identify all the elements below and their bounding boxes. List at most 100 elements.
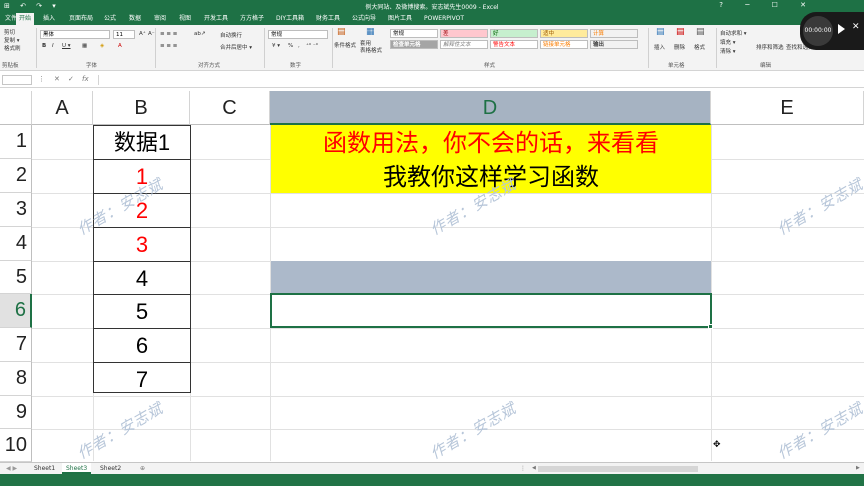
style-warning[interactable]: 警告文本 (490, 40, 538, 49)
col-header-e[interactable]: E (711, 91, 864, 125)
sheet-tab-sheet1[interactable]: Sheet1 (30, 463, 59, 474)
format-cells-button[interactable]: 格式 (694, 43, 705, 51)
row-header-6[interactable]: 6 (0, 294, 32, 328)
delete-cells-button[interactable]: 删除 (674, 43, 685, 51)
tab-insert[interactable]: 插入 (40, 13, 58, 25)
format-cells-icon[interactable]: ▤ (696, 27, 705, 37)
row-header-10[interactable]: 10 (0, 429, 32, 462)
format-painter-button[interactable]: 格式刷 (4, 44, 21, 52)
window-controls[interactable]: ? ─ ☐ ✕ (719, 1, 816, 9)
style-explanatory[interactable]: 解释性文本 (440, 40, 488, 49)
wrap-text-button[interactable]: 自动换行 (220, 31, 242, 39)
cancel-icon[interactable]: ✕ (54, 75, 60, 83)
table-format-button[interactable]: 套用 表格格式 (360, 41, 382, 55)
bold-button[interactable]: B (42, 43, 46, 49)
fill-color-icon[interactable]: ◈ (100, 43, 104, 49)
tab-developer[interactable]: 开发工具 (201, 13, 231, 25)
autosum-button[interactable]: 自动求和 ▾ (720, 29, 747, 37)
table-format-icon[interactable]: ▦ (366, 27, 375, 37)
row-header-4[interactable]: 4 (0, 227, 32, 261)
font-size-select[interactable]: 11 (113, 30, 135, 39)
style-check-cell[interactable]: 检查单元格 (390, 40, 438, 49)
prev-sheet-icon[interactable]: ◀ ▶ (2, 463, 21, 474)
horizontal-scrollbar[interactable] (538, 466, 698, 472)
scroll-right-icon[interactable]: ▶ (852, 463, 864, 474)
tab-view[interactable]: 视图 (176, 13, 194, 25)
underline-button[interactable]: U ▾ (62, 43, 71, 49)
scroll-left-icon[interactable]: ◀ (528, 463, 540, 474)
grow-font-button[interactable]: A⁺ (139, 31, 146, 37)
tab-finance[interactable]: 财务工具 (313, 13, 343, 25)
namebox-dropdown-icon[interactable]: ⋮ (38, 75, 45, 83)
conditional-format-button[interactable]: 条件格式 (334, 41, 356, 49)
cell-b8[interactable]: 7 (93, 363, 191, 396)
sheet-tab-sheet2[interactable]: Sheet2 (96, 463, 125, 474)
font-color-icon[interactable]: A (118, 43, 122, 49)
tab-powerpivot[interactable]: POWERPIVOT (421, 13, 467, 25)
merge-center-button[interactable]: 合并后居中 ▾ (220, 43, 252, 51)
cell-b7[interactable]: 6 (93, 329, 191, 362)
col-header-a[interactable]: A (32, 91, 93, 125)
row-header-9[interactable]: 9 (0, 396, 32, 429)
orientation-icon[interactable]: ab↗ (194, 31, 205, 37)
style-output[interactable]: 输出 (590, 40, 638, 49)
cell-b4[interactable]: 3 (93, 228, 191, 261)
tab-formulas[interactable]: 公式 (101, 13, 119, 25)
align-left-icon[interactable]: ≡ ≡ ≡ (160, 43, 177, 49)
insert-cells-icon[interactable]: ▤ (656, 27, 665, 37)
formula-input[interactable] (98, 75, 858, 85)
sort-filter-button[interactable]: 排序和筛选 (756, 43, 784, 51)
row-header-2[interactable]: 2 (0, 159, 32, 193)
tab-page-layout[interactable]: 页面布局 (66, 13, 96, 25)
row-header-1[interactable]: 1 (0, 125, 32, 159)
currency-icon[interactable]: ¥ ▾ (272, 43, 280, 49)
style-bad[interactable]: 差 (440, 29, 488, 38)
clear-button[interactable]: 清除 ▾ (720, 47, 736, 55)
select-all-corner[interactable] (0, 91, 32, 125)
tab-picture-tools[interactable]: 图片工具 (385, 13, 415, 25)
delete-cells-icon[interactable]: ▤ (676, 27, 685, 37)
cut-button[interactable]: 剪切 (4, 28, 15, 36)
play-icon[interactable] (838, 24, 845, 34)
style-linked-cell[interactable]: 链接单元格 (540, 40, 588, 49)
row-header-8[interactable]: 8 (0, 362, 32, 396)
tab-review[interactable]: 审阅 (151, 13, 169, 25)
fill-button[interactable]: 填充 ▾ (720, 38, 736, 46)
fill-handle[interactable] (708, 324, 713, 329)
comma-button[interactable]: , (298, 43, 300, 49)
col-header-c[interactable]: C (190, 91, 270, 125)
tab-formula-wizard[interactable]: 公式向导 (349, 13, 379, 25)
selected-cell-d6[interactable] (270, 293, 712, 328)
close-icon[interactable]: ✕ (852, 22, 860, 32)
italic-button[interactable]: I (52, 43, 54, 49)
sheet-tab-sheet3[interactable]: Sheet3 (62, 463, 92, 474)
fx-icon[interactable]: fx (82, 75, 89, 83)
tab-home[interactable]: 开始 (16, 13, 35, 25)
insert-cells-button[interactable]: 插入 (654, 43, 665, 51)
cell-b1[interactable]: 数据1 (93, 126, 191, 159)
style-calculation[interactable]: 计算 (590, 29, 638, 38)
cell-b5[interactable]: 4 (93, 262, 191, 295)
decimal-icon[interactable]: ⁺⁰ ⁻⁰ (306, 43, 318, 49)
align-top-icon[interactable]: ≡ ≡ ≡ (160, 31, 177, 37)
name-box[interactable] (2, 75, 32, 85)
border-icon[interactable]: ▦ (82, 43, 87, 49)
row-header-5[interactable]: 5 (0, 261, 32, 294)
enter-icon[interactable]: ✓ (68, 75, 74, 83)
shrink-font-button[interactable]: A⁻ (148, 31, 155, 37)
number-format-select[interactable]: 常规 (268, 30, 328, 39)
tab-diy[interactable]: DIY工具箱 (273, 13, 307, 25)
row-header-7[interactable]: 7 (0, 328, 32, 362)
cell-b6[interactable]: 5 (93, 295, 191, 328)
col-header-b[interactable]: B (93, 91, 190, 125)
col-header-d[interactable]: D (270, 91, 711, 125)
tab-fangfang[interactable]: 方方格子 (237, 13, 267, 25)
add-sheet-icon[interactable]: ⊕ (136, 463, 149, 474)
style-neutral[interactable]: 适中 (540, 29, 588, 38)
row-header-3[interactable]: 3 (0, 193, 32, 227)
tab-data[interactable]: 数据 (126, 13, 144, 25)
style-good[interactable]: 好 (490, 29, 538, 38)
percent-button[interactable]: % (288, 43, 293, 49)
font-name-select[interactable]: 黑体 (40, 30, 110, 39)
style-normal[interactable]: 常规 (390, 29, 438, 38)
